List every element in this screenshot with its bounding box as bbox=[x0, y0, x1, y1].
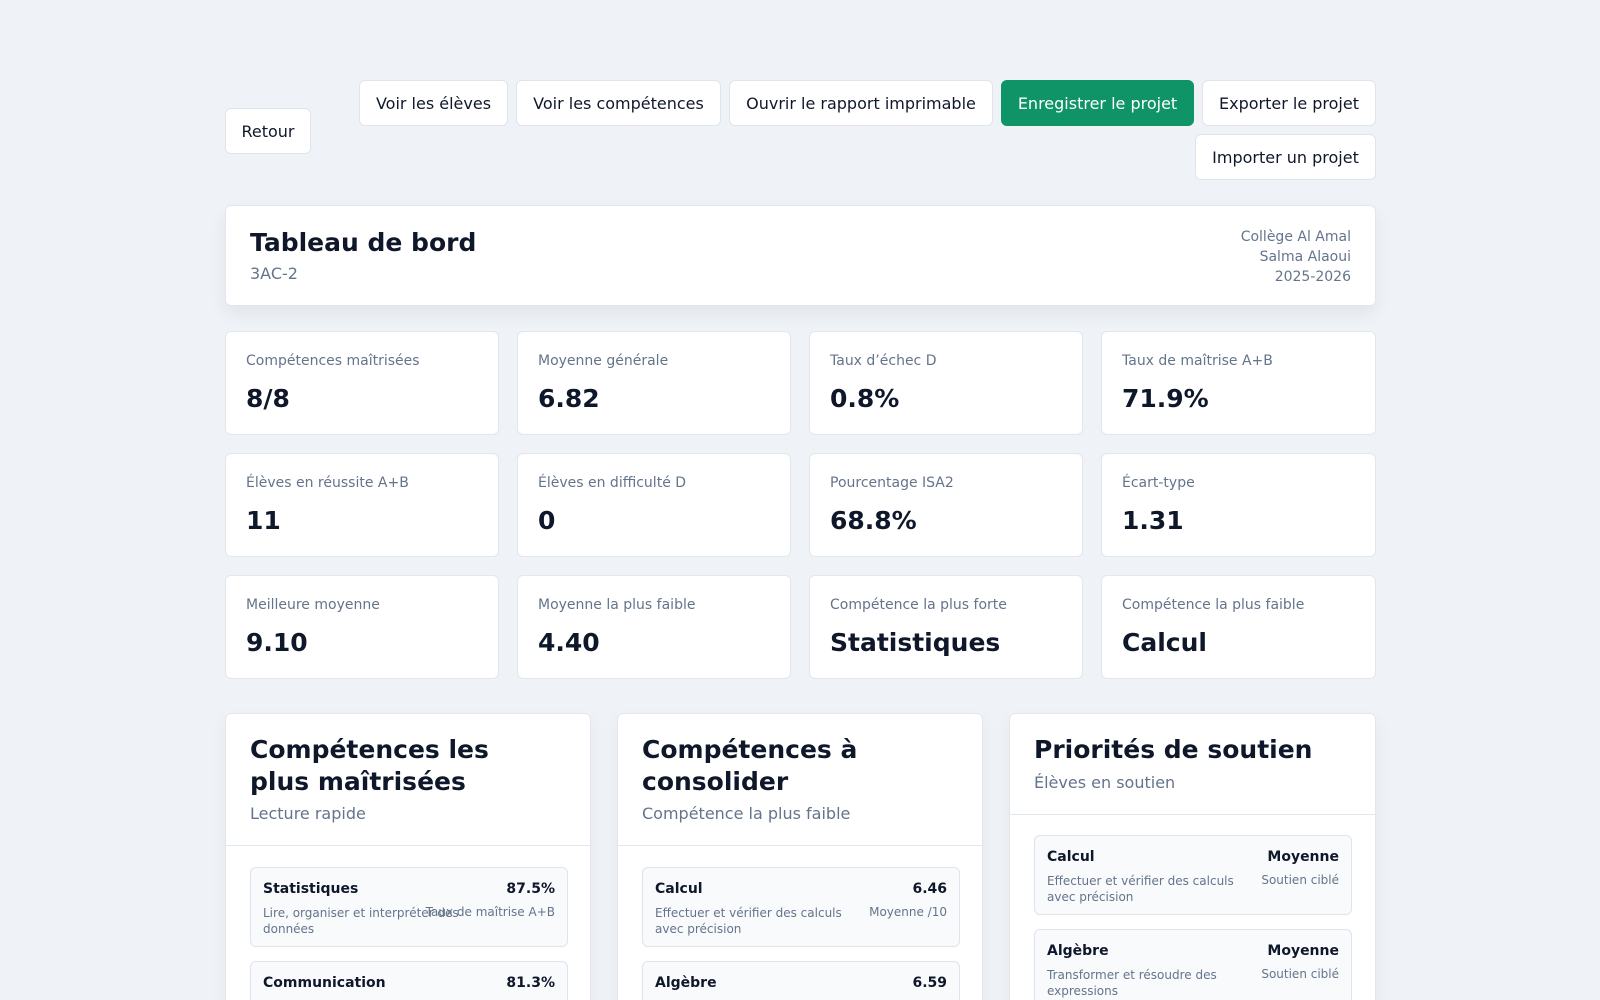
save-project-button[interactable]: Enregistrer le projet bbox=[1001, 80, 1194, 126]
panel-title: Compétences à consolider bbox=[642, 735, 858, 796]
list-item[interactable]: Calcul 6.46 Effectuer et vérifier des ca… bbox=[642, 867, 960, 947]
stat-label: Compétences maîtrisées bbox=[246, 353, 420, 369]
stat-label: Taux de maîtrise A+B bbox=[1122, 353, 1273, 369]
import-project-button[interactable]: Importer un projet bbox=[1195, 134, 1376, 180]
stat-label: Écart-type bbox=[1122, 475, 1195, 491]
stat-value: Calcul bbox=[1122, 628, 1207, 657]
stat-card: Compétence la plus forte Statistiques bbox=[809, 575, 1083, 679]
panel-subtitle: Compétence la plus faible bbox=[642, 804, 851, 823]
stat-label: Élèves en réussite A+B bbox=[246, 475, 409, 491]
stat-label: Meilleure moyenne bbox=[246, 597, 380, 613]
skill-metric: Moyenne /10 bbox=[869, 905, 947, 919]
list-item[interactable]: Statistiques 87.5% Lire, organiser et in… bbox=[250, 867, 568, 947]
stat-label: Moyenne générale bbox=[538, 353, 669, 369]
panel-divider bbox=[226, 845, 590, 846]
stat-card: Compétence la plus faible Calcul bbox=[1101, 575, 1376, 679]
stat-value: 11 bbox=[246, 506, 281, 535]
view-skills-button[interactable]: Voir les compétences bbox=[516, 80, 721, 126]
priority-level: Moyenne bbox=[1267, 943, 1339, 959]
skill-metric: Taux de maîtrise A+B bbox=[425, 905, 555, 919]
skill-description: Effectuer et vérifier des calculs avec p… bbox=[1047, 874, 1234, 904]
stat-label: Taux d’échec D bbox=[830, 353, 937, 369]
skill-name: Communication bbox=[263, 975, 386, 991]
stat-label: Élèves en difficulté D bbox=[538, 475, 687, 491]
skill-name: Statistiques bbox=[263, 881, 359, 897]
stat-card: Taux de maîtrise A+B 71.9% bbox=[1101, 331, 1376, 435]
panel-subtitle: Lecture rapide bbox=[250, 804, 366, 823]
skill-description: Transformer et résoudre des expressions bbox=[1047, 968, 1217, 998]
stat-value: 9.10 bbox=[246, 628, 308, 657]
teacher-name: Salma Alaoui bbox=[1259, 249, 1351, 265]
stat-card: Élèves en difficulté D 0 bbox=[517, 453, 791, 557]
print-report-button[interactable]: Ouvrir le rapport imprimable bbox=[729, 80, 993, 126]
list-item[interactable]: Calcul Moyenne Effectuer et vérifier des… bbox=[1034, 835, 1352, 915]
support-type: Soutien ciblé bbox=[1261, 873, 1339, 887]
skills-to-consolidate-panel: Compétences à consolider Compétence la p… bbox=[617, 713, 983, 1000]
list-item[interactable]: Communication 81.3% bbox=[250, 961, 568, 1000]
back-button[interactable]: Retour bbox=[225, 108, 311, 154]
panel-title: Compétences les plus maîtrisées bbox=[250, 735, 489, 796]
stat-value: Statistiques bbox=[830, 628, 1001, 657]
page-title: Tableau de bord bbox=[250, 228, 477, 257]
panel-divider bbox=[1010, 814, 1375, 815]
class-name: 3AC-2 bbox=[250, 264, 298, 283]
stat-card: Pourcentage ISA2 68.8% bbox=[809, 453, 1083, 557]
panel-title: Priorités de soutien bbox=[1034, 735, 1313, 764]
priority-level: Moyenne bbox=[1267, 849, 1339, 865]
stat-card: Compétences maîtrisées 8/8 bbox=[225, 331, 499, 435]
school-name: Collège Al Amal bbox=[1240, 229, 1351, 245]
panel-divider bbox=[618, 845, 982, 846]
stat-label: Compétence la plus forte bbox=[830, 597, 1007, 613]
stat-label: Pourcentage ISA2 bbox=[830, 475, 954, 491]
export-project-button[interactable]: Exporter le projet bbox=[1202, 80, 1376, 126]
stat-value: 6.82 bbox=[538, 384, 600, 413]
mastered-skills-panel: Compétences les plus maîtrisées Lecture … bbox=[225, 713, 591, 1000]
stat-card: Moyenne générale 6.82 bbox=[517, 331, 791, 435]
stat-value: 1.31 bbox=[1122, 506, 1184, 535]
dashboard-header: Tableau de bord 3AC-2 Collège Al Amal Sa… bbox=[225, 205, 1376, 306]
skill-value: 6.46 bbox=[912, 881, 947, 897]
stat-card: Élèves en réussite A+B 11 bbox=[225, 453, 499, 557]
skill-value: 81.3% bbox=[506, 975, 555, 991]
skill-description: Effectuer et vérifier des calculs avec p… bbox=[655, 906, 842, 936]
stat-card: Écart-type 1.31 bbox=[1101, 453, 1376, 557]
skill-name: Algèbre bbox=[655, 975, 717, 991]
school-year: 2025-2026 bbox=[1274, 269, 1351, 285]
list-item[interactable]: Algèbre Moyenne Transformer et résoudre … bbox=[1034, 929, 1352, 1000]
panel-subtitle: Élèves en soutien bbox=[1034, 773, 1176, 792]
stat-card: Taux d’échec D 0.8% bbox=[809, 331, 1083, 435]
stat-value: 0.8% bbox=[830, 384, 900, 413]
stat-label: Moyenne la plus faible bbox=[538, 597, 696, 613]
support-type: Soutien ciblé bbox=[1261, 967, 1339, 981]
stat-card: Moyenne la plus faible 4.40 bbox=[517, 575, 791, 679]
stat-card: Meilleure moyenne 9.10 bbox=[225, 575, 499, 679]
skill-name: Calcul bbox=[1047, 849, 1095, 865]
view-students-button[interactable]: Voir les élèves bbox=[359, 80, 508, 126]
stat-value: 4.40 bbox=[538, 628, 600, 657]
stat-label: Compétence la plus faible bbox=[1122, 597, 1305, 613]
skill-name: Algèbre bbox=[1047, 943, 1109, 959]
stat-value: 0 bbox=[538, 506, 556, 535]
skill-value: 6.59 bbox=[912, 975, 947, 991]
skill-name: Calcul bbox=[655, 881, 703, 897]
stat-value: 71.9% bbox=[1122, 384, 1209, 413]
support-priorities-panel: Priorités de soutien Élèves en soutien C… bbox=[1009, 713, 1376, 1000]
stat-value: 8/8 bbox=[246, 384, 290, 413]
list-item[interactable]: Algèbre 6.59 bbox=[642, 961, 960, 1000]
stat-value: 68.8% bbox=[830, 506, 917, 535]
class-meta: Collège Al Amal Salma Alaoui 2025-2026 bbox=[1241, 227, 1351, 287]
skill-value: 87.5% bbox=[506, 881, 555, 897]
